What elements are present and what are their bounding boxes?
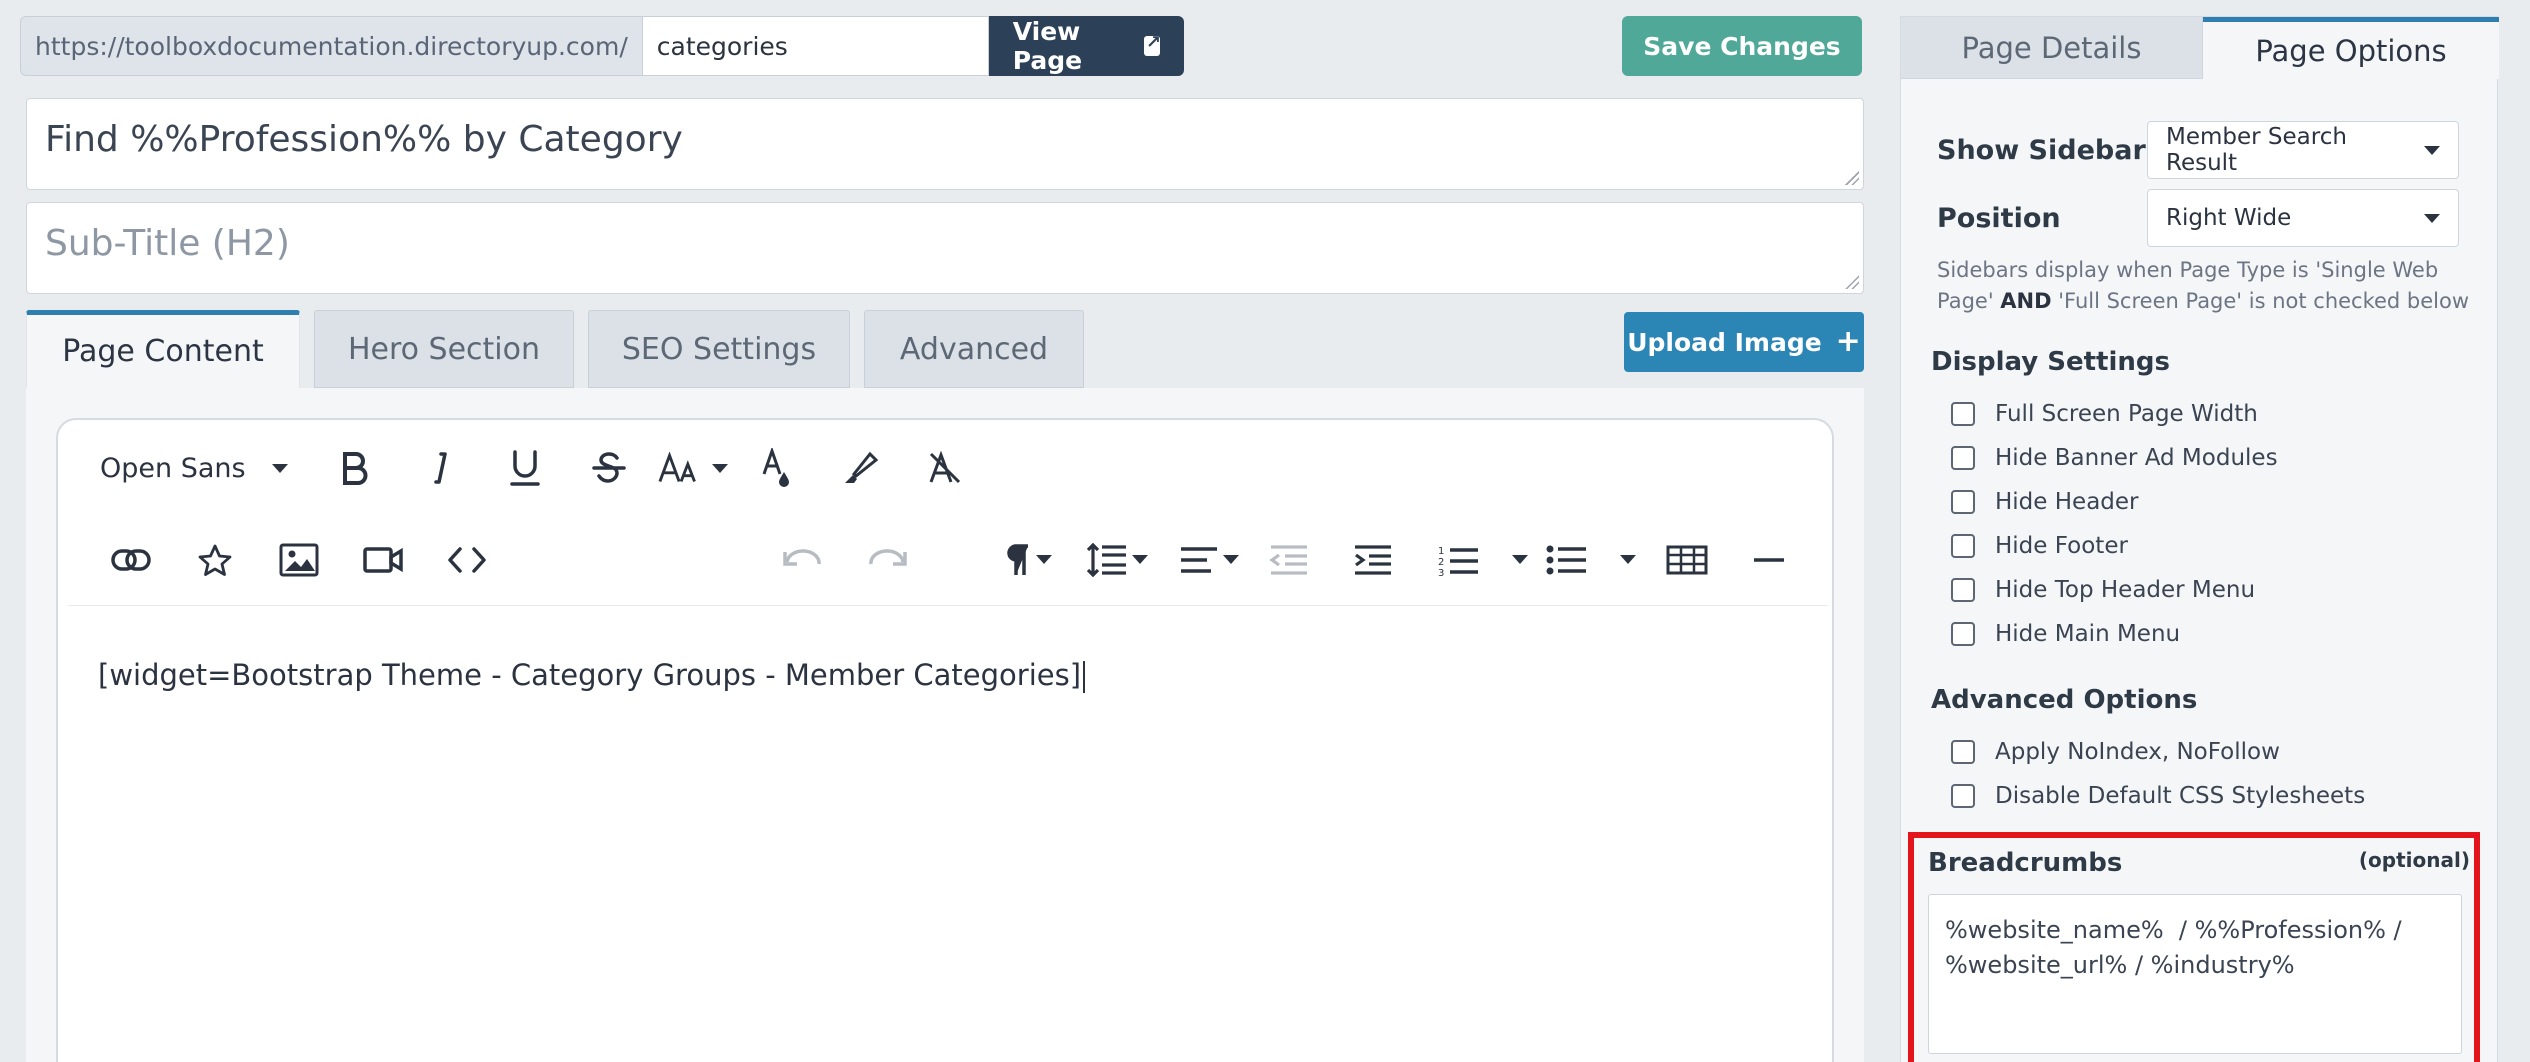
chevron-down-icon	[2424, 213, 2440, 223]
checkbox[interactable]	[1951, 578, 1975, 602]
sidebar-help-text: Sidebars display when Page Type is 'Sing…	[1937, 258, 2470, 313]
chevron-down-icon	[1132, 555, 1148, 564]
checkbox-hide-banner-ad-modules[interactable]: Hide Banner Ad Modules	[1951, 445, 2278, 471]
checkbox[interactable]	[1951, 402, 1975, 426]
font-size-icon[interactable]	[658, 438, 728, 498]
position-value: Right Wide	[2166, 205, 2292, 231]
image-icon[interactable]	[274, 530, 324, 590]
chevron-down-icon	[271, 463, 288, 473]
checkbox[interactable]	[1951, 446, 1975, 470]
page-title-input[interactable]: Find %%Profession%% by Category	[26, 98, 1864, 190]
redo-icon[interactable]	[862, 530, 912, 590]
subtitle-input[interactable]: Sub-Title (H2)	[26, 202, 1864, 294]
tab-hero-section[interactable]: Hero Section	[314, 310, 574, 388]
chevron-down-icon	[1512, 555, 1528, 564]
subtitle-placeholder: Sub-Title (H2)	[45, 223, 290, 264]
chevron-down-icon	[1620, 555, 1636, 564]
page-title-value: Find %%Profession%% by Category	[45, 119, 683, 160]
svg-text:1: 1	[1438, 546, 1444, 557]
upload-image-label: Upload Image	[1627, 327, 1822, 357]
undo-icon[interactable]	[778, 530, 828, 590]
align-icon[interactable]	[1176, 530, 1242, 590]
checkbox[interactable]	[1951, 490, 1975, 514]
svg-text:3: 3	[1438, 568, 1444, 577]
checkbox[interactable]	[1951, 534, 1975, 558]
resize-grip-icon[interactable]	[1845, 275, 1859, 289]
outdent-icon[interactable]	[1264, 530, 1314, 590]
ordered-list-icon[interactable]: 123	[1438, 530, 1528, 590]
tab-page-content[interactable]: Page Content	[26, 310, 300, 388]
text-color-icon[interactable]	[752, 438, 802, 498]
display-settings-title: Display Settings	[1931, 347, 2170, 377]
editor-content[interactable]: [widget=Bootstrap Theme - Category Group…	[98, 658, 1085, 693]
tab-seo-settings[interactable]: SEO Settings	[588, 310, 850, 388]
tab-page-details[interactable]: Page Details	[1901, 17, 2203, 79]
bold-icon[interactable]	[330, 438, 380, 498]
chevron-down-icon	[2424, 145, 2440, 155]
checkbox[interactable]	[1951, 784, 1975, 808]
url-group: https://toolboxdocumentation.directoryup…	[20, 16, 1184, 76]
resize-grip-icon[interactable]	[1845, 171, 1859, 185]
checkbox-disable-default-css[interactable]: Disable Default CSS Stylesheets	[1951, 783, 2365, 809]
line-height-icon[interactable]	[1084, 530, 1150, 590]
horizontal-rule-icon[interactable]	[1744, 530, 1794, 590]
upload-image-button[interactable]: Upload Image +	[1624, 312, 1864, 372]
plus-icon: +	[1835, 324, 1861, 359]
breadcrumbs-label: Breadcrumbs	[1928, 848, 2123, 878]
chevron-down-icon	[1036, 555, 1052, 564]
highlight-icon[interactable]	[836, 438, 886, 498]
checkbox-hide-header[interactable]: Hide Header	[1951, 489, 2139, 515]
toolbar-row-2: 123	[68, 514, 1828, 606]
table-icon[interactable]	[1662, 530, 1712, 590]
save-changes-button[interactable]: Save Changes	[1622, 16, 1862, 76]
italic-icon[interactable]	[416, 438, 466, 498]
url-prefix: https://toolboxdocumentation.directoryup…	[20, 16, 643, 76]
checkbox-hide-footer[interactable]: Hide Footer	[1951, 533, 2128, 559]
unordered-list-icon[interactable]	[1546, 530, 1636, 590]
checkbox-full-screen-page-width[interactable]: Full Screen Page Width	[1951, 401, 2258, 427]
indent-icon[interactable]	[1348, 530, 1398, 590]
link-icon[interactable]	[106, 530, 156, 590]
content-tabs: Page Content Hero Section SEO Settings A…	[26, 310, 1084, 388]
position-row: Position Right Wide	[1937, 189, 2459, 247]
breadcrumbs-highlight: Breadcrumbs (optional) %website_name% / …	[1908, 832, 2480, 1062]
checkbox-hide-top-header-menu[interactable]: Hide Top Header Menu	[1951, 577, 2255, 603]
show-sidebar-select[interactable]: Member Search Result	[2147, 121, 2459, 179]
view-page-label: View Page	[1012, 17, 1083, 75]
tab-advanced[interactable]: Advanced	[864, 310, 1084, 388]
advanced-options-title: Advanced Options	[1931, 685, 2198, 715]
checkbox-apply-noindex-nofollow[interactable]: Apply NoIndex, NoFollow	[1951, 739, 2280, 765]
checkbox[interactable]	[1951, 740, 1975, 764]
chevron-down-icon	[1223, 555, 1239, 564]
show-sidebar-label: Show Sidebar	[1937, 134, 2146, 166]
svg-text:2: 2	[1438, 557, 1444, 568]
chevron-down-icon	[712, 463, 728, 473]
tab-page-options[interactable]: Page Options	[2203, 17, 2499, 79]
rich-text-editor: Open Sans 1 2 3 [widget=Bootstrap Theme …	[56, 418, 1834, 1062]
view-page-button[interactable]: View Page	[988, 16, 1184, 76]
paragraph-icon[interactable]	[998, 530, 1058, 590]
font-family-value: Open Sans	[100, 452, 246, 484]
checkbox-hide-main-menu[interactable]: Hide Main Menu	[1951, 621, 2180, 647]
breadcrumbs-optional-label: (optional)	[2358, 848, 2470, 872]
external-link-icon	[1143, 32, 1161, 56]
checkbox[interactable]	[1951, 622, 1975, 646]
code-icon[interactable]	[442, 530, 492, 590]
position-select[interactable]: Right Wide	[2147, 189, 2459, 247]
strikethrough-icon[interactable]	[584, 438, 634, 498]
position-label: Position	[1937, 202, 2061, 234]
font-family-select[interactable]: Open Sans	[100, 453, 288, 484]
toolbar-row-1: Open Sans	[58, 422, 1832, 514]
underline-icon[interactable]	[500, 438, 550, 498]
breadcrumbs-textarea[interactable]: %website_name% / %%Profession% / %websit…	[1928, 894, 2462, 1054]
video-icon[interactable]	[358, 530, 408, 590]
show-sidebar-row: Show Sidebar Member Search Result	[1937, 121, 2459, 179]
show-sidebar-value: Member Search Result	[2166, 124, 2347, 176]
url-slug-input[interactable]	[642, 16, 989, 76]
clear-format-icon[interactable]	[920, 438, 970, 498]
star-icon[interactable]	[190, 530, 240, 590]
